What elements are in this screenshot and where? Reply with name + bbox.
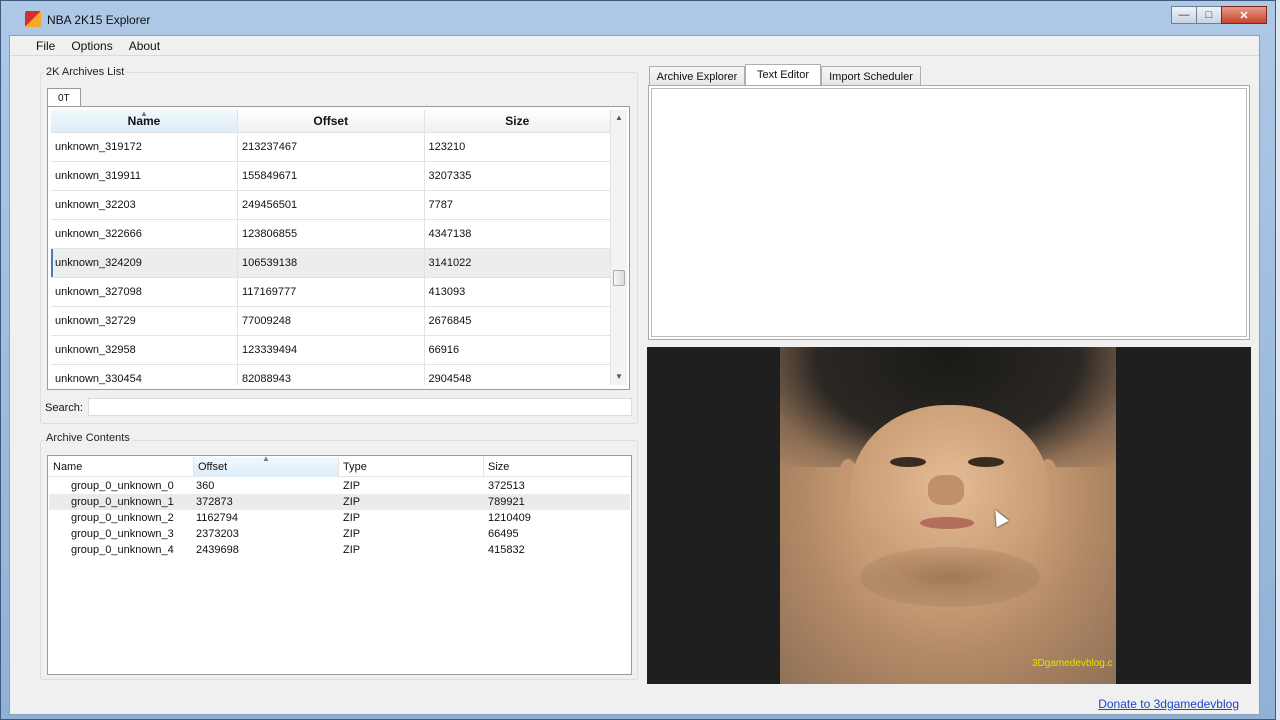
tab-archive-explorer[interactable]: Archive Explorer: [649, 66, 745, 86]
minimize-icon[interactable]: —: [1171, 6, 1197, 24]
tab-0t[interactable]: 0T: [47, 88, 81, 108]
scroll-up-icon[interactable]: ▲: [611, 110, 627, 126]
preview-watermark: 3Dgamedevblog.c: [1032, 658, 1113, 669]
table-row-selected[interactable]: unknown_324209 106539138 3141022: [51, 248, 611, 278]
archives-table: ▲ Name Offset Size unknown_319172 21323746…: [47, 106, 630, 390]
column-header-offset[interactable]: Offset: [237, 110, 425, 133]
column-header-offset[interactable]: ▲ Offset: [194, 454, 339, 477]
list-item[interactable]: group_0_unknown_3 2373203 ZIP 66495: [49, 526, 630, 542]
sort-arrow-icon: ▲: [262, 454, 270, 463]
table-row[interactable]: unknown_32729 77009248 2676845: [51, 306, 611, 336]
scroll-down-icon[interactable]: ▼: [611, 369, 627, 385]
text-editor-area[interactable]: [651, 88, 1247, 337]
tab-import-scheduler[interactable]: Import Scheduler: [821, 66, 921, 86]
desktop-edge: [1276, 0, 1280, 720]
table-row[interactable]: unknown_32203 249456501 7787: [51, 190, 611, 220]
table-row[interactable]: unknown_322666 123806855 4347138: [51, 219, 611, 249]
window-controls: — □ ✕: [1171, 6, 1267, 24]
contents-table: Name ▲ Offset Type Size group_0_unknown_0…: [47, 454, 632, 675]
text-editor-panel[interactable]: [648, 85, 1250, 340]
column-header-name[interactable]: ▲ Name: [51, 110, 238, 133]
menu-bar: File Options About: [10, 36, 1259, 56]
contents-group-title: Archive Contents: [44, 432, 132, 444]
column-header-type[interactable]: Type: [339, 457, 484, 477]
menu-file[interactable]: File: [28, 36, 63, 56]
contents-header: Name ▲ Offset Type Size: [49, 454, 630, 477]
table-row[interactable]: unknown_319911 155849671 3207335: [51, 161, 611, 191]
column-header-name[interactable]: Name: [49, 457, 194, 477]
close-icon[interactable]: ✕: [1221, 6, 1267, 24]
archives-grid: ▲ Name Offset Size unknown_319172 21323746…: [51, 110, 611, 385]
scroll-thumb[interactable]: [613, 270, 625, 286]
face-texture-image: 3Dgamedevblog.c: [780, 347, 1116, 684]
client-area: File Options About 2K Archives List 0T ▲…: [9, 35, 1260, 715]
donate-link[interactable]: Donate to 3dgamedevblog: [1098, 697, 1239, 711]
search-label: Search:: [45, 402, 83, 414]
list-item[interactable]: group_0_unknown_2 1162794 ZIP 1210409: [49, 510, 630, 526]
list-item-selected[interactable]: group_0_unknown_1 372873 ZIP 789921: [49, 494, 630, 510]
title-bar[interactable]: NBA 2K15 Explorer — □ ✕: [1, 1, 1275, 35]
maximize-icon[interactable]: □: [1196, 6, 1222, 24]
list-item[interactable]: group_0_unknown_4 2439698 ZIP 415832: [49, 542, 630, 558]
texture-preview[interactable]: 3Dgamedevblog.c: [647, 347, 1251, 684]
table-row[interactable]: unknown_330454 82088943 2904548: [51, 364, 611, 385]
column-header-size[interactable]: Size: [424, 110, 611, 133]
list-item[interactable]: group_0_unknown_0 360 ZIP 372513: [49, 478, 630, 494]
app-window: NBA 2K15 Explorer — □ ✕ File Options Abo…: [0, 0, 1276, 720]
archives-scrollbar[interactable]: ▲ ▼: [611, 110, 627, 385]
search-input[interactable]: [88, 398, 632, 416]
window-title: NBA 2K15 Explorer: [47, 13, 151, 27]
sort-arrow-icon: ▲: [140, 110, 148, 118]
table-row[interactable]: unknown_327098 117169777 413093: [51, 277, 611, 307]
tab-text-editor[interactable]: Text Editor: [745, 64, 821, 86]
app-icon: [25, 11, 41, 27]
archives-group-title: 2K Archives List: [44, 66, 127, 78]
table-row[interactable]: unknown_32958 123339494 66916: [51, 335, 611, 365]
table-row[interactable]: unknown_319172 213237467 123210: [51, 132, 611, 162]
menu-about[interactable]: About: [121, 36, 168, 56]
menu-options[interactable]: Options: [63, 36, 120, 56]
column-header-size[interactable]: Size: [484, 457, 630, 477]
